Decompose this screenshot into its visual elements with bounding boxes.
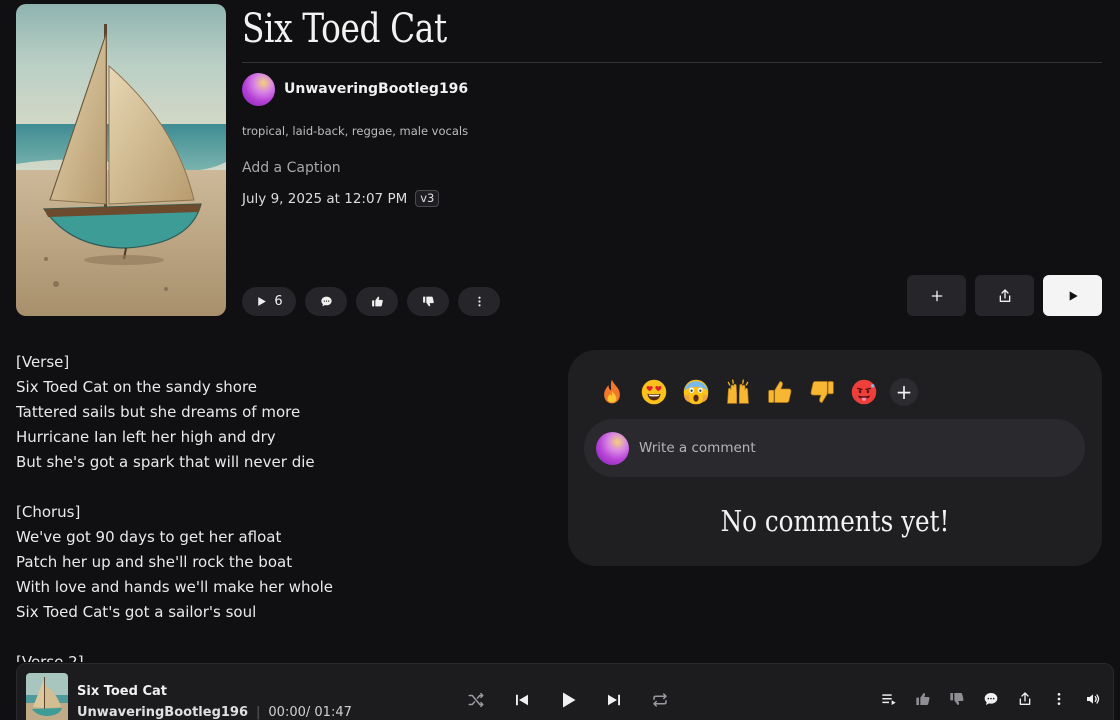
- thumbs-up-emoji-icon: [768, 381, 792, 403]
- player-play-button[interactable]: [557, 689, 579, 711]
- thumbs-up-icon: [371, 296, 383, 307]
- thumbs-down-icon: [422, 296, 434, 307]
- play-count-button[interactable]: 6: [242, 287, 296, 316]
- add-to-playlist-button[interactable]: [907, 275, 966, 316]
- volume-button[interactable]: [1084, 690, 1101, 707]
- comments-panel: + No comments yet!: [568, 350, 1102, 566]
- player-secondary-controls: [880, 690, 1101, 707]
- play-icon: [563, 692, 576, 708]
- play-icon: [1069, 290, 1078, 301]
- primary-actions: [907, 275, 1102, 316]
- thumbs-up-emoji-button[interactable]: [764, 376, 796, 408]
- more-icon: [1057, 692, 1060, 705]
- play-song-button[interactable]: [1043, 275, 1102, 316]
- comment-icon: [984, 692, 997, 705]
- fire-emoji-button[interactable]: [596, 376, 628, 408]
- player-artist[interactable]: UnwaveringBootleg196: [77, 705, 248, 720]
- cover-art[interactable]: [16, 4, 226, 316]
- hot-face-emoji-button[interactable]: [848, 376, 880, 408]
- transport-controls: [465, 689, 671, 711]
- thumbs-down-emoji-icon: [810, 381, 834, 403]
- more-options-button[interactable]: [458, 287, 500, 316]
- scream-icon: [683, 379, 709, 405]
- player-separator: |: [256, 705, 261, 720]
- comment-icon: [320, 296, 332, 307]
- song-title: Six Toed Cat: [242, 6, 447, 52]
- volume-icon: [1086, 693, 1099, 704]
- artist-name[interactable]: UnwaveringBootleg196: [284, 81, 468, 97]
- skip-forward-icon: [608, 694, 620, 706]
- thumbs-down-icon: [949, 692, 964, 705]
- created-date: July 9, 2025 at 12:07 PM: [242, 190, 408, 207]
- reaction-bar: +: [596, 376, 918, 408]
- genre-tags[interactable]: tropical, laid-back, reggae, male vocals: [242, 124, 468, 138]
- repeat-button[interactable]: [649, 689, 671, 711]
- sailboat-image: [16, 4, 226, 316]
- player-song-title[interactable]: Six Toed Cat: [77, 684, 167, 699]
- player-subtitle: UnwaveringBootleg196 | 00:00/ 01:47: [77, 705, 352, 720]
- repeat-icon: [653, 693, 667, 707]
- current-time: 00:00: [268, 705, 306, 720]
- version-badge: v3: [415, 190, 440, 207]
- scream-emoji-button[interactable]: [680, 376, 712, 408]
- raised-hands-emoji-button[interactable]: [722, 376, 754, 408]
- play-icon: [258, 297, 267, 306]
- player-share-button[interactable]: [1016, 690, 1033, 707]
- duration: 01:47: [314, 705, 352, 720]
- player-time: 00:00/ 01:47: [268, 705, 351, 720]
- player-more-button[interactable]: [1050, 690, 1067, 707]
- title-divider: [242, 62, 1102, 63]
- comment-button[interactable]: [305, 287, 347, 316]
- date-row: July 9, 2025 at 12:07 PM v3: [242, 190, 440, 207]
- heart-eyes-icon: [641, 379, 667, 405]
- raised-hands-icon: [727, 379, 749, 404]
- player-comment-button[interactable]: [982, 690, 999, 707]
- hot-face-icon: [851, 379, 877, 405]
- like-button[interactable]: [356, 287, 398, 316]
- thumbs-up-icon: [915, 692, 930, 705]
- time-separator: /: [305, 705, 311, 720]
- previous-button[interactable]: [511, 689, 533, 711]
- now-playing-bar: Six Toed Cat UnwaveringBootleg196 | 00:0…: [16, 663, 1114, 720]
- player-thumbnail[interactable]: [26, 673, 68, 720]
- thumbs-down-emoji-button[interactable]: [806, 376, 838, 408]
- skip-back-icon: [516, 694, 528, 706]
- sailboat-thumbnail: [26, 673, 68, 720]
- add-reaction-button[interactable]: +: [890, 378, 918, 406]
- more-icon: [477, 296, 481, 307]
- shuffle-button[interactable]: [465, 689, 487, 711]
- artist-avatar: [242, 72, 275, 106]
- player-dislike-button[interactable]: [948, 690, 965, 707]
- heart-eyes-emoji-button[interactable]: [638, 376, 670, 408]
- empty-comments-message: No comments yet!: [720, 504, 950, 538]
- lyrics-text: [Verse] Six Toed Cat on the sandy shore …: [16, 353, 334, 662]
- player-like-button[interactable]: [914, 690, 931, 707]
- comment-input-container[interactable]: [584, 419, 1085, 477]
- song-actions: 6: [242, 287, 500, 316]
- share-icon: [1019, 691, 1030, 705]
- add-caption-link[interactable]: Add a Caption: [242, 160, 341, 176]
- fire-icon: [604, 379, 620, 404]
- add-icon: [931, 290, 942, 301]
- share-button[interactable]: [975, 275, 1034, 316]
- share-icon: [999, 288, 1010, 302]
- user-avatar: [596, 431, 629, 465]
- artist-link[interactable]: UnwaveringBootleg196: [242, 72, 468, 106]
- queue-button[interactable]: [880, 690, 897, 707]
- next-button[interactable]: [603, 689, 625, 711]
- play-count: 6: [274, 294, 283, 309]
- comment-input[interactable]: [639, 440, 1059, 456]
- dislike-button[interactable]: [407, 287, 449, 316]
- queue-icon: [881, 693, 896, 705]
- shuffle-icon: [468, 692, 484, 708]
